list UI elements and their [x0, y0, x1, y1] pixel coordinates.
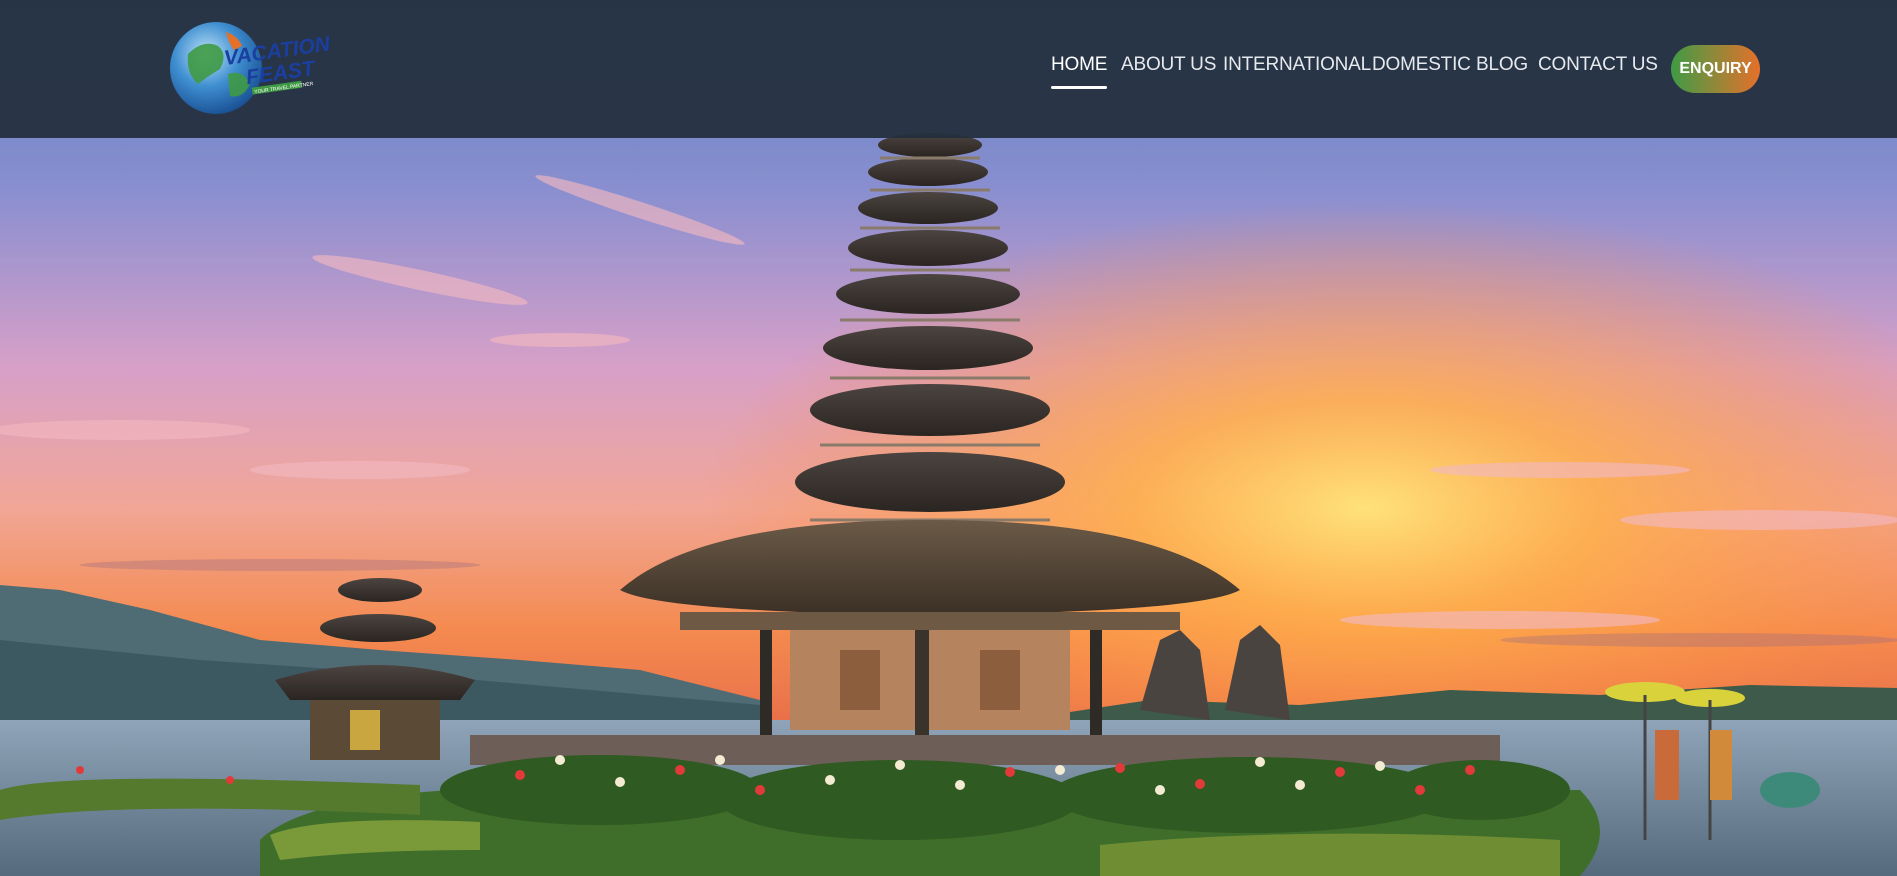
- nav-item-home[interactable]: HOME: [1051, 54, 1108, 89]
- nav-item-label: BLOG: [1476, 54, 1528, 75]
- globe-logo-icon: VACATION FEAST YOUR TRAVEL PARTNER: [170, 22, 332, 114]
- nav-item-domestic[interactable]: DOMESTIC: [1372, 54, 1471, 76]
- nav-item-label: CONTACT US: [1538, 54, 1658, 75]
- nav-item-blog[interactable]: BLOG: [1476, 54, 1528, 76]
- nav-item-contact-us[interactable]: CONTACT US: [1538, 54, 1658, 76]
- site-logo[interactable]: VACATION FEAST YOUR TRAVEL PARTNER: [168, 14, 340, 120]
- nav-item-about-us[interactable]: ABOUT US: [1121, 54, 1216, 76]
- nav-item-label: ABOUT US: [1121, 54, 1217, 75]
- active-underline: [1051, 86, 1108, 89]
- nav-item-label: INTERNATIONAL: [1223, 54, 1372, 75]
- nav-item-international[interactable]: INTERNATIONAL: [1223, 54, 1371, 76]
- nav-item-label: HOME: [1051, 54, 1108, 75]
- nav-item-label: DOMESTIC: [1372, 54, 1471, 75]
- enquiry-button[interactable]: ENQUIRY: [1671, 45, 1760, 93]
- top-navbar: VACATION FEAST YOUR TRAVEL PARTNER HOME …: [0, 0, 1897, 138]
